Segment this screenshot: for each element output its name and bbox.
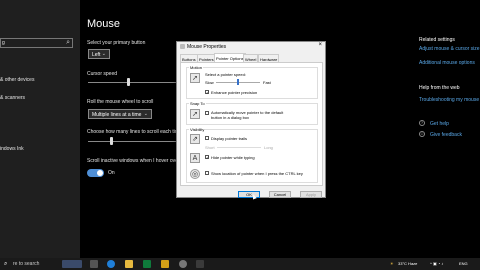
tab-buttons[interactable]: Buttons [180,54,198,62]
chevron-down-icon: ⌄ [101,51,106,57]
precision-label: Enhance pointer precision [211,90,258,95]
locate-pointer-icon: ◎ [190,169,200,179]
fast-label: Fast [263,80,271,85]
pointer-options-panel: Motion ➚ Select a pointer speed: Slow Fa… [180,62,323,186]
precision-checkbox[interactable]: ✓ [205,90,209,95]
trails-checkbox[interactable] [205,136,209,140]
roll-wheel-value: Multiple lines at a time [92,112,142,118]
settings-icon[interactable] [179,260,187,268]
inactive-scroll-label: Scroll inactive windows when I hover ove [87,158,178,164]
snap-checkbox[interactable] [205,111,209,115]
primary-button-dropdown[interactable]: Left ⌄ [88,49,110,59]
page-title: Mouse [87,18,121,30]
settings-search-input[interactable]: g ⌕ [0,38,73,48]
pointer-speed-label: Select a pointer speed: [205,72,246,77]
tab-pointers[interactable]: Pointers [197,54,216,62]
short-label: Short [205,145,215,150]
apply-button[interactable]: Apply [300,191,322,198]
primary-button-value: Left [92,52,101,58]
motion-group-title: Motion [189,65,204,70]
get-help-icon: ? [419,120,425,126]
link-additional-mouse-options[interactable]: Additional mouse options [419,60,475,66]
chevron-down-icon: ⌄ [143,111,148,117]
nav-item-printers[interactable]: & scanners [0,95,25,101]
trails-label: Display pointer trails [211,136,248,141]
taskbar-search[interactable]: re to search [13,261,39,267]
cursor-speed-label: Cursor speed [87,71,118,77]
weather-icon: ☀ [390,261,394,266]
hide-checkbox[interactable]: ✓ [205,155,209,160]
app-icon[interactable] [161,260,169,268]
ctrl-label: Show location of pointer when I press th… [211,171,303,176]
link-give-feedback[interactable]: Give feedback [430,132,462,138]
snap-pointer-icon: ➚ [190,109,200,119]
pointer-trails-icon: ⇗ [190,134,200,144]
excel-icon[interactable] [143,260,151,268]
mouse-icon [180,44,185,49]
search-icon[interactable]: ⌕ [4,261,7,268]
weather-text[interactable]: 33°C Haze [398,261,417,266]
nav-item-pen-ink[interactable]: indows Ink [0,146,24,152]
tab-wheel[interactable]: Wheel [243,54,259,62]
roll-wheel-label: Roll the mouse wheel to scroll [87,99,154,105]
nav-item-bluetooth[interactable]: & other devices [0,77,34,83]
scroll-lines-track[interactable] [88,141,176,142]
link-troubleshooting[interactable]: Troubleshooting my mouse [419,97,479,103]
primary-button-label: Select your primary button [87,40,146,46]
settings-nav-pane: g ⌕ & other devices & scanners indows In… [0,0,80,258]
cancel-button[interactable]: Cancel [269,191,291,198]
link-adjust-cursor-size[interactable]: Adjust mouse & cursor size [419,46,480,52]
hide-label: Hide pointer while typing [211,155,255,160]
tab-pointer-options[interactable]: Pointer Options [214,53,246,62]
roll-wheel-dropdown[interactable]: Multiple lines at a time ⌄ [88,109,152,119]
search-input-value: g [2,40,5,46]
task-view-icon[interactable] [90,260,98,268]
pointer-speed-thumb[interactable] [237,79,239,85]
cursor-speed-track[interactable] [88,82,176,83]
link-get-help[interactable]: Get help [430,121,449,127]
close-icon[interactable]: × [318,42,322,48]
cursor-speed-thumb[interactable] [126,78,130,86]
feedback-icon: ☺ [419,131,425,137]
related-settings-title: Related settings [419,37,455,43]
ctrl-checkbox[interactable] [205,171,209,175]
motion-group: Motion ➚ Select a pointer speed: Slow Fa… [186,65,318,99]
visibility-group: Visibility ⇗ Display pointer trails Shor… [186,127,318,183]
tab-hardware[interactable]: Hardware [258,54,280,62]
scroll-lines-thumb[interactable] [110,137,113,145]
taskbar-thumbnail[interactable] [62,260,82,268]
inactive-scroll-state: On [108,170,115,176]
pointer-speed-icon: ➚ [190,73,200,83]
ok-button[interactable]: OK [238,191,260,198]
search-icon[interactable]: ⌕ [66,39,70,47]
snap-group: Snap To ➚ Automatically move pointer to … [186,101,318,125]
help-title: Help from the web [419,85,460,91]
taskbar: ⌕ re to search ☀ 33°C Haze ^ ▣ ◔ ♪ ENG [0,258,480,270]
dialog-title: Mouse Properties [187,44,227,50]
slow-label: Slow [205,80,214,85]
trails-track [217,147,261,148]
visibility-group-title: Visibility [189,127,206,132]
snap-label: Automatically move pointer to the defaul… [211,110,284,120]
tray-icons[interactable]: ^ ▣ ◔ ♪ [430,261,443,266]
file-explorer-icon[interactable] [125,260,133,268]
hide-pointer-icon: A [190,153,200,163]
edge-icon[interactable] [107,260,115,268]
mouse-properties-task-icon[interactable] [196,260,204,268]
language-indicator[interactable]: ENG [459,261,468,266]
long-label: Long [264,145,273,150]
scroll-lines-label: Choose how many lines to scroll each tim [87,129,179,135]
mouse-properties-dialog: Mouse Properties × Buttons Pointers Poin… [176,41,326,198]
inactive-scroll-toggle[interactable] [87,169,104,177]
snap-group-title: Snap To [189,101,206,106]
